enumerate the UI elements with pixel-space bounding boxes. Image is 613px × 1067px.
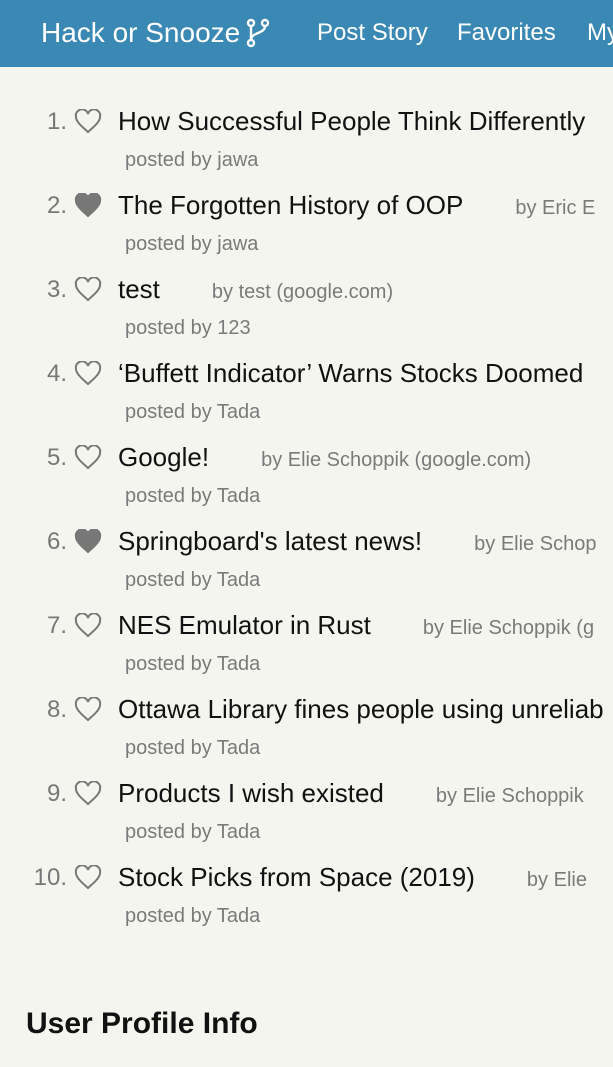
story-number: 7. [46, 612, 67, 639]
heart-outline-icon[interactable] [74, 277, 102, 303]
story-number: 6. [46, 528, 67, 555]
story-title: Stock Picks from Space (2019) [118, 862, 475, 892]
nav-my-stories[interactable]: My [587, 18, 613, 48]
story-title: How Successful People Think Differently [118, 106, 586, 136]
story-title: Ottawa Library fines people using unreli… [118, 694, 604, 724]
story-item: 1. How Successful People Think Differentl… [0, 67, 613, 171]
brand-name: Hack or Snooze [41, 17, 241, 48]
heart-outline-icon[interactable] [74, 697, 102, 723]
story-link[interactable]: test by test (google.com) [118, 273, 393, 308]
heart-outline-icon[interactable] [74, 865, 102, 891]
nav-post-story[interactable]: Post Story [317, 18, 428, 48]
story-item: 3. test by test (google.com) posted by 123 [0, 235, 613, 339]
story-item: 6. Springboard's latest news! by Elie Scho… [0, 487, 613, 591]
story-link[interactable]: NES Emulator in Rust by Elie Schoppik (g [118, 609, 594, 644]
nav-favorites[interactable]: Favorites [457, 18, 556, 48]
story-link[interactable]: Springboard's latest news! by Elie Schop [118, 525, 596, 560]
heart-outline-icon[interactable] [74, 445, 102, 471]
story-author: by test (google.com) [211, 281, 394, 303]
story-item: 9. Products I wish existed by Elie Schoppi… [0, 739, 613, 843]
story-title: Google! [118, 442, 210, 472]
story-title: test [118, 274, 160, 304]
story-author: by Elie Schop [474, 533, 597, 555]
brand-link[interactable]: Hack or Snooze [41, 16, 270, 50]
story-number: 4. [46, 360, 67, 387]
story-author: by Elie Schoppik (google.com) [261, 449, 532, 471]
heart-outline-icon[interactable] [74, 781, 102, 807]
story-link[interactable]: Products I wish existed by Elie Schoppik [118, 777, 584, 812]
story-link[interactable]: Ottawa Library fines people using unreli… [118, 693, 604, 725]
story-title: Springboard's latest news! [118, 526, 423, 556]
story-link[interactable]: Google! by Elie Schoppik (google.com) [118, 441, 531, 476]
story-number: 1. [46, 108, 67, 135]
heart-outline-icon[interactable] [74, 361, 102, 387]
story-link[interactable]: Stock Picks from Space (2019) by Elie [118, 861, 587, 896]
story-item: 7. NES Emulator in Rust by Elie Schoppik (… [0, 571, 613, 675]
story-link[interactable]: How Successful People Think Differently [118, 105, 585, 137]
story-link[interactable]: The Forgotten History of OOP by Eric E [118, 189, 595, 224]
story-item: 8. Ottawa Library fines people using unre… [0, 655, 613, 759]
story-item: 10. Stock Picks from Space (2019) by Elie p… [0, 823, 613, 927]
story-number: 10. [33, 864, 67, 891]
story-item: 5. Google! by Elie Schoppik (google.com) po… [0, 403, 613, 507]
story-title: The Forgotten History of OOP [118, 190, 464, 220]
code-branch-icon [247, 18, 270, 48]
heart-filled-icon[interactable] [74, 529, 102, 555]
story-number: 5. [46, 444, 67, 471]
story-number: 2. [46, 192, 67, 219]
story-title: Products I wish existed [118, 778, 384, 808]
navbar: Hack or Snooze Post Story Favorites My [0, 0, 613, 67]
story-number: 8. [46, 696, 67, 723]
story-link[interactable]: ‘Buffett Indicator’ Warns Stocks Doomed [118, 357, 583, 389]
heart-filled-icon[interactable] [74, 193, 102, 219]
story-author: by Elie Schoppik [435, 785, 584, 807]
story-number: 9. [46, 780, 67, 807]
story-list: 1. How Successful People Think Differentl… [0, 67, 613, 967]
heart-outline-icon[interactable] [74, 109, 102, 135]
story-author: by Eric E [515, 197, 596, 219]
story-number: 3. [46, 276, 67, 303]
heart-outline-icon[interactable] [74, 613, 102, 639]
story-title: NES Emulator in Rust [118, 610, 371, 640]
story-author: by Elie Schoppik (g [422, 617, 595, 639]
story-author: by Elie [526, 869, 587, 891]
story-item: 4. ‘Buffett Indicator’ Warns Stocks Doome… [0, 319, 613, 423]
story-posted-by: posted by Tada [125, 905, 261, 927]
story-item: 2. The Forgotten History of OOP by Eric Ep… [0, 151, 613, 255]
user-profile-heading: User Profile Info [26, 1007, 258, 1040]
story-title: ‘Buffett Indicator’ Warns Stocks Doomed [118, 358, 584, 388]
